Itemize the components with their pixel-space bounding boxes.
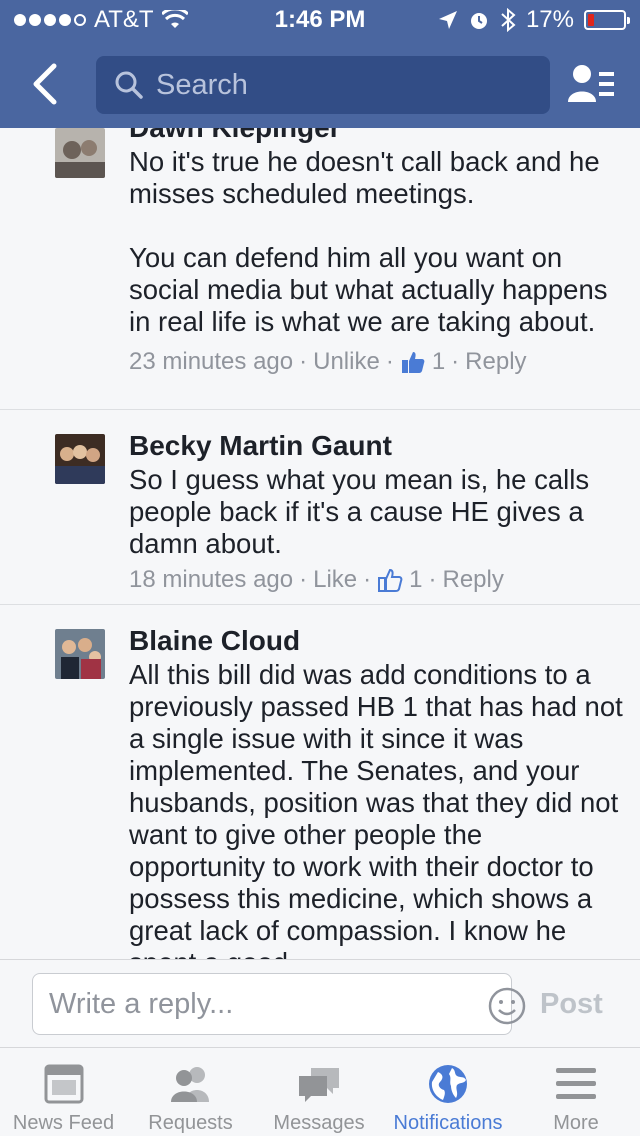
comment-text: All this bill did was add conditions to … bbox=[129, 659, 623, 959]
top-bar: AT&T 1:46 PM 17% Search bbox=[0, 0, 640, 128]
location-arrow-icon bbox=[438, 11, 457, 29]
globe-icon bbox=[429, 1065, 467, 1103]
unlike-link[interactable]: Unlike bbox=[313, 348, 380, 376]
tab-more[interactable]: More bbox=[512, 1048, 640, 1136]
comments-list: Dawn Kiepinger No it's true he doesn't c… bbox=[0, 128, 640, 959]
emoji-smiley-icon[interactable] bbox=[487, 986, 527, 1026]
comment-item: Blaine Cloud All this bill did was add c… bbox=[0, 605, 640, 959]
status-bar: AT&T 1:46 PM 17% bbox=[0, 0, 640, 40]
comment-item: Dawn Kiepinger No it's true he doesn't c… bbox=[0, 128, 640, 410]
reply-bar: Write a reply... Post bbox=[0, 959, 640, 1047]
status-right-group: 17% bbox=[438, 6, 630, 34]
comment-timestamp: 18 minutes ago bbox=[129, 566, 294, 593]
comment-author[interactable]: Becky Martin Gaunt bbox=[129, 430, 392, 462]
comment-timestamp: 23 minutes ago bbox=[129, 348, 294, 375]
comment-text: So I guess what you mean is, he calls pe… bbox=[129, 464, 597, 559]
avatar[interactable] bbox=[55, 434, 105, 484]
tab-notifications[interactable]: Notifications bbox=[384, 1048, 512, 1136]
comment-meta: 23 minutes ago · Unlike · 1 · Reply bbox=[129, 348, 527, 376]
menu-icon bbox=[556, 1068, 596, 1099]
comment-meta: 18 minutes ago · Like · 1 · Reply bbox=[129, 566, 504, 594]
like-count[interactable]: 1 bbox=[409, 566, 422, 594]
alarm-clock-icon bbox=[470, 13, 487, 29]
comment-text: No it's true he doesn't call back and he… bbox=[129, 146, 608, 337]
search-bar[interactable]: Search bbox=[96, 56, 550, 114]
battery-percent: 17% bbox=[525, 6, 574, 33]
battery-icon bbox=[584, 10, 630, 30]
thumbs-up-icon bbox=[378, 568, 403, 592]
reply-input[interactable]: Write a reply... bbox=[32, 973, 526, 1035]
friends-list-icon[interactable] bbox=[566, 62, 616, 106]
tab-label: News Feed bbox=[12, 1112, 115, 1134]
tab-requests[interactable]: Requests bbox=[127, 1048, 254, 1136]
comment-author[interactable]: Blaine Cloud bbox=[129, 625, 300, 657]
news-feed-icon bbox=[44, 1064, 83, 1104]
tab-label: Notifications bbox=[393, 1112, 503, 1134]
tab-label: Messages bbox=[273, 1112, 365, 1134]
bluetooth-icon bbox=[501, 8, 516, 32]
avatar[interactable] bbox=[55, 629, 105, 679]
search-placeholder: Search bbox=[156, 68, 248, 101]
comment-item: Becky Martin Gaunt So I guess what you m… bbox=[0, 410, 640, 605]
friend-requests-icon bbox=[170, 1067, 209, 1102]
avatar[interactable] bbox=[55, 128, 105, 178]
tab-news-feed[interactable]: News Feed bbox=[0, 1048, 127, 1136]
like-count[interactable]: 1 bbox=[432, 348, 445, 376]
messages-icon bbox=[299, 1068, 339, 1102]
tab-label: Requests bbox=[148, 1112, 233, 1134]
reply-link[interactable]: Reply bbox=[443, 566, 504, 594]
tab-label: More bbox=[553, 1112, 599, 1134]
reply-link[interactable]: Reply bbox=[465, 348, 526, 376]
thumbs-up-icon bbox=[401, 352, 425, 373]
reply-placeholder: Write a reply... bbox=[49, 987, 234, 1020]
like-link[interactable]: Like bbox=[313, 566, 357, 594]
comment-author[interactable]: Dawn Kiepinger bbox=[129, 128, 341, 144]
tab-bar: News Feed Requests Messages Notification… bbox=[0, 1047, 640, 1136]
post-button[interactable]: Post bbox=[540, 988, 603, 1021]
tab-messages[interactable]: Messages bbox=[254, 1048, 384, 1136]
search-icon bbox=[115, 71, 143, 99]
back-chevron-icon[interactable] bbox=[26, 62, 66, 106]
